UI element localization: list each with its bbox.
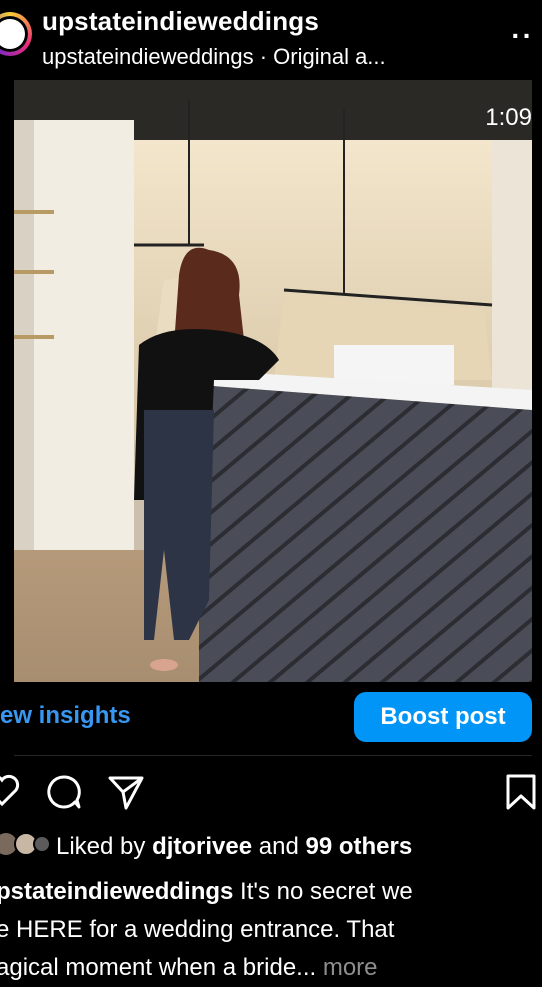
comment-icon[interactable]	[44, 772, 84, 812]
caption-line2: e HERE for a wedding entrance. That	[0, 916, 395, 943]
username[interactable]: upstateindieweddings	[42, 6, 319, 37]
profile-avatar[interactable]	[0, 12, 32, 56]
view-insights-link[interactable]: ew insights	[0, 702, 131, 730]
liked-by-prefix: Liked by	[56, 832, 146, 860]
video-frame-illustration	[14, 80, 532, 682]
likes-summary[interactable]: Liked by djtorivee and 99 others	[0, 831, 412, 864]
more-dots-icon[interactable]: ··	[511, 20, 534, 52]
caption-more-link[interactable]: more	[323, 954, 378, 981]
liked-by-user[interactable]: djtorivee	[152, 833, 252, 860]
liked-by-others[interactable]: 99 others	[305, 833, 412, 860]
post-caption: pstateindieweddings It's no secret we e …	[0, 873, 536, 987]
bookmark-icon[interactable]	[504, 772, 538, 812]
caption-username[interactable]: pstateindieweddings	[0, 878, 233, 905]
heart-icon[interactable]	[0, 770, 22, 810]
liker-avatars	[0, 831, 51, 864]
video-player[interactable]: 1:09	[14, 80, 532, 682]
divider	[14, 755, 532, 756]
liked-by-connector: and	[258, 832, 299, 860]
caption-line3: agical moment when a bride...	[0, 954, 317, 981]
boost-post-button[interactable]: Boost post	[354, 692, 532, 742]
audio-line[interactable]: upstateindieweddings · Original a...	[42, 44, 386, 70]
post-header: upstateindieweddings upstateindiewedding…	[0, 0, 542, 80]
caption-line1: It's no secret we	[240, 878, 413, 905]
share-icon[interactable]	[106, 772, 146, 812]
video-timestamp: 1:09	[485, 104, 532, 131]
